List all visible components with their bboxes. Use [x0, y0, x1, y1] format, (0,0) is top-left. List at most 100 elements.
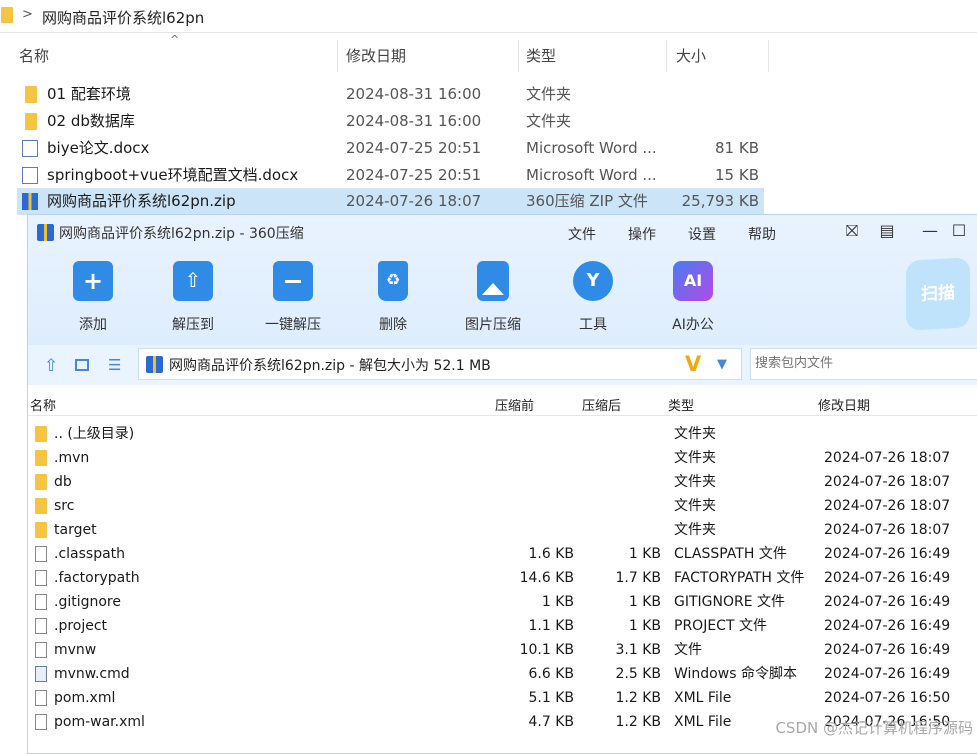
archive-path-text: 网购商品评价系统l62pn.zip - 解包大小为 52.1 MB	[169, 358, 491, 374]
file-name: pom-war.xml	[54, 714, 145, 730]
archive-row[interactable]: .. (上级目录) 文件夹	[28, 422, 977, 446]
column-header-type[interactable]: 类型	[526, 40, 667, 72]
dropdown-arrow-icon[interactable]: ▼	[717, 357, 727, 372]
column-header-type[interactable]: 类型	[668, 395, 694, 414]
archive-row[interactable]: mvnw 10.1 KB 3.1 KB 文件 2024-07-26 16:49	[28, 638, 977, 662]
folder-icon	[35, 474, 47, 490]
toolbar-quick-extract-button[interactable]: 一键解压	[254, 261, 332, 334]
view-list-icon[interactable]: ☰	[108, 356, 126, 374]
file-name: mvnw.cmd	[54, 666, 130, 682]
file-date: 2024-07-26 18:07	[346, 192, 482, 210]
view-thumbnail-icon[interactable]	[75, 359, 89, 371]
archive-row[interactable]: .gitignore 1 KB 1 KB GITIGNORE 文件 2024-07-26…	[28, 590, 977, 614]
file-icon	[35, 594, 47, 610]
explorer-row[interactable]: 01 配套环境 2024-08-31 16:00 文件夹	[17, 81, 764, 108]
menu-operation[interactable]: 操作	[628, 224, 656, 244]
address-path[interactable]: 网购商品评价系统l62pn	[42, 7, 204, 28]
toolbar-label: AI办公	[672, 317, 714, 333]
menu-file[interactable]: 文件	[568, 224, 596, 244]
compressed-size-after: 1.7 KB	[615, 570, 662, 586]
file-type: 文件夹	[526, 112, 572, 130]
compressed-size-before: 1.6 KB	[528, 546, 575, 562]
toolbar-ai-office-button[interactable]: AI AI办公	[654, 261, 732, 334]
compressed-size-after: 2.5 KB	[615, 666, 662, 682]
compressed-size-before: 14.6 KB	[519, 570, 574, 586]
image-compress-icon	[477, 261, 509, 301]
add-icon: +	[73, 261, 113, 301]
file-icon	[35, 546, 47, 562]
file-icon	[35, 570, 47, 586]
file-name: .project	[54, 618, 108, 634]
explorer-row[interactable]: biye论文.docx 2024-07-25 20:51 Microsoft W…	[17, 135, 764, 162]
file-type: Microsoft Word ...	[526, 166, 657, 184]
file-type: GITIGNORE 文件	[674, 594, 786, 610]
folder-icon	[35, 426, 47, 442]
modified-date: 2024-07-26 18:07	[824, 474, 951, 490]
folder-icon	[35, 450, 47, 466]
archive-row[interactable]: .project 1.1 KB 1 KB PROJECT 文件 2024-07-26 1…	[28, 614, 977, 638]
modified-date: 2024-07-26 16:49	[824, 546, 951, 562]
archive-row[interactable]: .factorypath 14.6 KB 1.7 KB FACTORYPATH 文件 2…	[28, 566, 977, 590]
toolbar-image-compress-button[interactable]: 图片压缩	[454, 261, 532, 334]
archive-row[interactable]: src 文件夹 2024-07-26 18:07	[28, 494, 977, 518]
toolbar-extract-to-button[interactable]: ⇧ 解压到	[154, 261, 232, 334]
v-logo-icon[interactable]: V	[685, 352, 701, 376]
toolbar-label: 一键解压	[265, 317, 321, 333]
column-header-name[interactable]: 名称	[30, 395, 56, 414]
toolbar-label: 工具	[579, 317, 607, 333]
menu-settings[interactable]: 设置	[688, 224, 716, 244]
column-header-before[interactable]: 压缩前	[495, 395, 534, 414]
address-bar[interactable]: > 网购商品评价系统l62pn	[0, 0, 977, 33]
file-type: XML File	[674, 714, 732, 730]
file-name: mvnw	[54, 642, 97, 658]
archive-row[interactable]: db 文件夹 2024-07-26 18:07	[28, 470, 977, 494]
file-type: 文件夹	[674, 450, 716, 466]
search-input[interactable]	[753, 355, 957, 372]
skin-icon[interactable]: ⛝	[841, 221, 863, 241]
minimize-icon[interactable]: —	[919, 221, 941, 240]
file-name: target	[54, 522, 97, 538]
word-doc-icon	[22, 167, 38, 184]
scan-button[interactable]: 扫描	[906, 257, 970, 331]
archive-row[interactable]: mvnw.cmd 6.6 KB 2.5 KB Windows 命令脚本 2024-07-…	[28, 662, 977, 686]
column-header-date[interactable]: 修改日期	[818, 395, 870, 414]
toolbar-tools-button[interactable]: Y 工具	[554, 261, 632, 334]
compressed-size-before: 6.6 KB	[528, 666, 575, 682]
explorer-row[interactable]: 02 db数据库 2024-08-31 16:00 文件夹	[17, 108, 764, 135]
up-arrow-icon[interactable]: ⇧	[44, 356, 62, 376]
archive-row[interactable]: .classpath 1.6 KB 1 KB CLASSPATH 文件 2024-07-…	[28, 542, 977, 566]
window-title-text: 网购商品评价系统l62pn.zip - 360压缩	[59, 226, 304, 242]
modified-date: 2024-07-26 16:49	[824, 594, 951, 610]
maximize-icon[interactable]: ☐	[948, 221, 970, 240]
chevron-right-icon[interactable]: >	[22, 7, 33, 22]
menu-help[interactable]: 帮助	[748, 224, 776, 244]
toolbar-delete-button[interactable]: ♻ 删除	[354, 261, 432, 334]
modified-date: 2024-07-26 18:07	[824, 450, 951, 466]
search-box[interactable]	[750, 348, 977, 380]
folder-icon	[1, 7, 13, 23]
archive-row[interactable]: pom.xml 5.1 KB 1.2 KB XML File 2024-07-26 16…	[28, 686, 977, 710]
archive-row[interactable]: .mvn 文件夹 2024-07-26 18:07	[28, 446, 977, 470]
explorer-row-selected[interactable]: 网购商品评价系统l62pn.zip 2024-07-26 18:07 360压缩…	[17, 188, 764, 215]
column-header-name[interactable]: 名称	[19, 40, 338, 72]
column-header-after[interactable]: 压缩后	[582, 395, 621, 414]
folder-icon	[25, 86, 37, 103]
archive-path-box[interactable]: 网购商品评价系统l62pn.zip - 解包大小为 52.1 MB V ▼	[138, 348, 742, 380]
explorer-row[interactable]: springboot+vue环境配置文档.docx 2024-07-25 20:…	[17, 162, 764, 189]
compressed-size-after: 1 KB	[628, 546, 661, 562]
folder-icon	[35, 498, 47, 514]
compressed-size-after: 1.2 KB	[615, 714, 662, 730]
compressed-size-after: 1 KB	[628, 594, 661, 610]
column-header-date[interactable]: 修改日期	[346, 40, 519, 72]
file-name: springboot+vue环境配置文档.docx	[47, 166, 299, 184]
file-type: CLASSPATH 文件	[674, 546, 787, 562]
zip-icon	[22, 193, 38, 210]
feedback-icon[interactable]: ▤	[876, 221, 898, 240]
toolbar-add-button[interactable]: + 添加	[54, 261, 132, 334]
modified-date: 2024-07-26 16:49	[824, 666, 951, 682]
file-size: 81 KB	[715, 139, 759, 157]
archive-row[interactable]: target 文件夹 2024-07-26 18:07	[28, 518, 977, 542]
folder-icon	[25, 113, 37, 130]
file-type: Microsoft Word ...	[526, 139, 657, 157]
column-header-size[interactable]: 大小	[676, 40, 769, 72]
